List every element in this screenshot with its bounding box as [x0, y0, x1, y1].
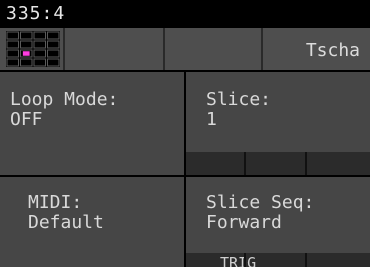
- grid-cell: [47, 49, 60, 58]
- grid-cell: [33, 31, 46, 40]
- loop-mode-value: OFF: [10, 109, 43, 130]
- grid-icon[interactable]: [6, 31, 60, 67]
- toolbar-slot-2[interactable]: [163, 28, 261, 70]
- track-title: Tscha: [305, 40, 360, 61]
- grid-cell: [6, 40, 19, 49]
- slice-label: Slice:: [206, 89, 272, 110]
- grid-active-cell: [22, 51, 30, 56]
- grid-cell: [47, 31, 60, 40]
- trig-segment-divider: [244, 253, 246, 267]
- slice-segment-strip: [186, 152, 370, 175]
- trig-strip[interactable]: TRIG: [186, 253, 370, 267]
- grid-cell: [20, 58, 33, 67]
- grid-cell: [47, 58, 60, 67]
- slice-seq-label: Slice Seq:: [206, 192, 315, 213]
- midi-label: MIDI:: [28, 192, 83, 213]
- trig-segment-divider: [305, 253, 307, 267]
- slice-segment-divider: [244, 152, 246, 175]
- grid-cell: [47, 40, 60, 49]
- toolbar-slot-1[interactable]: [63, 28, 163, 70]
- slice-value: 1: [206, 109, 217, 130]
- grid-cell: [33, 40, 46, 49]
- loop-mode-label: Loop Mode:: [10, 89, 119, 110]
- grid-cell: [6, 49, 19, 58]
- grid-cell: [20, 40, 33, 49]
- grid-cell: [20, 31, 33, 40]
- grid-cell: [33, 49, 46, 58]
- trig-label: TRIG: [220, 254, 257, 267]
- position-readout: 335:4: [6, 3, 66, 24]
- midi-value: Default: [28, 212, 104, 233]
- grid-cell: [6, 58, 19, 67]
- slice-segment-divider: [305, 152, 307, 175]
- grid-cell: [6, 31, 19, 40]
- slice-seq-value: Forward: [206, 212, 282, 233]
- grid-cell: [33, 58, 46, 67]
